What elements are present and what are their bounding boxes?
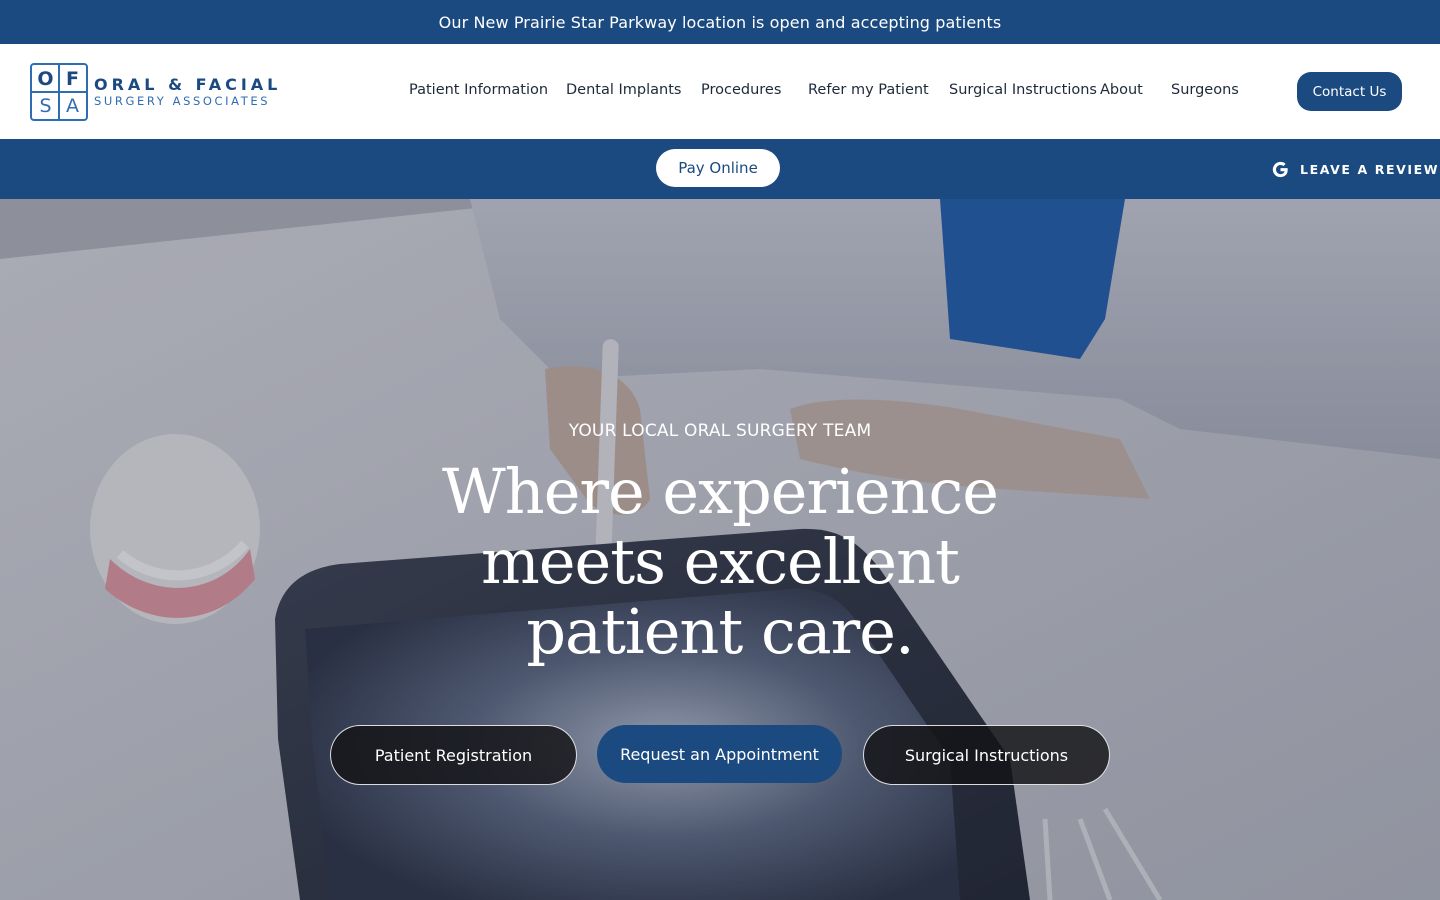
- nav-about[interactable]: About: [1100, 82, 1143, 98]
- announcement-bar: Our New Prairie Star Parkway location is…: [0, 0, 1440, 44]
- site-header: O F S A ORAL & FACIAL SURGERY ASSOCIATES…: [0, 44, 1440, 139]
- secondary-bar: Pay Online LEAVE A REVIEW: [0, 139, 1440, 199]
- nav-patient-information[interactable]: Patient Information: [409, 82, 548, 98]
- hero-headline-line-2: meets excellent: [481, 525, 960, 598]
- main-nav: Patient Information Dental Implants Proc…: [0, 44, 1440, 139]
- nav-refer-my-patient[interactable]: Refer my Patient: [808, 82, 929, 98]
- nav-dental-implants[interactable]: Dental Implants: [566, 82, 681, 98]
- surgical-instructions-button[interactable]: Surgical Instructions: [863, 725, 1110, 785]
- request-appointment-button[interactable]: Request an Appointment: [597, 725, 842, 783]
- pay-online-button[interactable]: Pay Online: [656, 149, 780, 187]
- announcement-text[interactable]: Our New Prairie Star Parkway location is…: [439, 13, 1002, 32]
- hero-section: YOUR LOCAL ORAL SURGERY TEAM Where exper…: [0, 199, 1440, 900]
- hero-headline-line-1: Where experience: [442, 455, 999, 528]
- leave-review-link[interactable]: LEAVE A REVIEW: [1270, 159, 1439, 179]
- patient-registration-button[interactable]: Patient Registration: [330, 725, 577, 785]
- contact-us-button[interactable]: Contact Us: [1297, 72, 1402, 111]
- hero-eyebrow: YOUR LOCAL ORAL SURGERY TEAM: [568, 421, 872, 441]
- nav-surgeons[interactable]: Surgeons: [1171, 82, 1239, 98]
- nav-surgical-instructions[interactable]: Surgical Instructions: [949, 82, 1097, 98]
- google-icon: [1270, 159, 1290, 179]
- hero-headline: Where experience meets excellent patient…: [0, 457, 1440, 667]
- hero-headline-line-3: patient care.: [526, 595, 914, 668]
- nav-procedures[interactable]: Procedures: [701, 82, 781, 98]
- leave-review-label: LEAVE A REVIEW: [1300, 161, 1440, 177]
